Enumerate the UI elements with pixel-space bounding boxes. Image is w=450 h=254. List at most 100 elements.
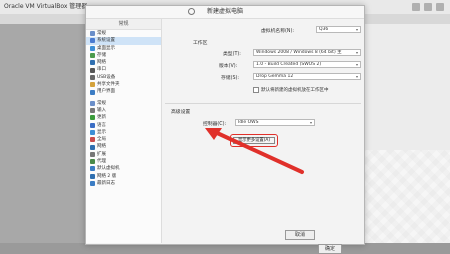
maximize-icon[interactable] <box>424 3 432 11</box>
sidebar-item-label: 语言 <box>97 122 106 128</box>
advanced-section-title: 高级设置 <box>171 110 191 115</box>
sidebar-item-label: 常规 <box>97 31 106 36</box>
network-icon <box>90 60 95 66</box>
general2-icon <box>90 100 95 106</box>
sidebar-item-label: 输入 <box>97 107 106 113</box>
display2-icon <box>90 130 95 135</box>
sidebar-item[interactable]: 全局 <box>86 136 161 143</box>
os-type-value: Windows 2008 / Windows 8 (64 bit) 主 <box>256 50 342 55</box>
storage-icon <box>90 53 95 59</box>
sidebar-item-label: 默认虚拟机 <box>97 166 120 172</box>
checkbox-label: 默认将新建的虚拟机放在工作区中 <box>261 88 329 93</box>
general-icon <box>90 31 95 37</box>
sidebar-item[interactable]: USB设备 <box>86 74 161 81</box>
sidebar-list: 常规 系统设置 桌面显示 存储 网络 串口 USB设备 共享文件夹 用户界面 常规 输入 更新 语言 显示… <box>86 30 161 187</box>
close-icon[interactable] <box>436 3 444 11</box>
global-icon <box>90 137 95 143</box>
sidebar-item[interactable]: 用户界面 <box>86 88 161 95</box>
sidebar-item-label: 用户界面 <box>97 89 115 95</box>
gear-icon <box>188 8 195 15</box>
sidebar-item-label: 显示 <box>97 129 106 135</box>
ok-button[interactable]: 确定 <box>318 244 342 254</box>
config-value: Q36 <box>319 27 329 32</box>
controller-value: Idle OWS <box>238 120 259 125</box>
chevron-down-icon: ▾ <box>355 74 358 79</box>
sidebar-item-label: 网络 <box>97 144 106 150</box>
sidebar-item-label: 代理 <box>97 159 106 165</box>
sidebar-item-label: USB设备 <box>97 74 116 80</box>
settings-content: 虚拟机名称(N): Q36 ▾ 工作区 类型(T): Windows 2008 … <box>163 19 363 254</box>
cancel-button[interactable]: 取消 <box>285 230 315 240</box>
chevron-down-icon: ▾ <box>355 62 358 67</box>
sidebar-item-label: 常规 <box>97 100 106 106</box>
window-controls <box>412 3 444 11</box>
sidebar-item[interactable]: 网络 <box>86 143 161 150</box>
chevron-down-icon: ▾ <box>309 120 312 125</box>
sidebar-item[interactable]: 网络 2 版 <box>86 173 161 180</box>
log-icon <box>90 181 95 187</box>
advanced-settings-button[interactable]: 显示更多设置(A) <box>233 137 275 144</box>
main-title: Oracle VM VirtualBox 管理器 <box>4 3 88 10</box>
network2-icon <box>90 144 95 150</box>
section-title: 工作区 <box>193 41 208 46</box>
divider <box>165 103 361 104</box>
sidebar-item[interactable]: 默认虚拟机 <box>86 165 161 172</box>
sidebar-item[interactable]: 网络 <box>86 59 161 66</box>
sidebar-item[interactable]: 串口 <box>86 66 161 73</box>
default-vm-icon <box>90 166 95 172</box>
language-icon <box>90 122 95 128</box>
update-icon <box>90 115 95 121</box>
sidebar-item-label: 网络 2 版 <box>97 173 117 179</box>
ui-icon <box>90 89 95 95</box>
sidebar-item[interactable]: 更新 <box>86 114 161 121</box>
serial-icon <box>90 67 95 73</box>
minimize-icon[interactable] <box>412 3 420 11</box>
network3-icon <box>90 173 95 179</box>
config-select[interactable]: Q36 ▾ <box>316 26 361 33</box>
storage-select[interactable]: Drop Gemma 12 ▾ <box>253 73 361 80</box>
input-icon <box>90 108 95 114</box>
sidebar-item[interactable]: 扩展 <box>86 151 161 158</box>
sidebar-item[interactable]: 常规 <box>86 100 161 107</box>
workspace-checkbox-row[interactable]: 默认将新建的虚拟机放在工作区中 <box>253 87 329 93</box>
sidebar-item[interactable]: 常规 <box>86 30 161 37</box>
config-label: 虚拟机名称(N): <box>261 29 294 34</box>
controller-label: 控制器(C): <box>203 122 227 127</box>
sidebar-item[interactable]: 共享文件夹 <box>86 81 161 88</box>
sidebar-item[interactable]: 代理 <box>86 158 161 165</box>
extension-icon <box>90 151 95 157</box>
sidebar-item-label: 最新日志 <box>97 180 115 186</box>
folder-icon <box>90 82 95 88</box>
sidebar-item[interactable]: 桌面显示 <box>86 45 161 52</box>
sidebar-item-label: 全局 <box>97 137 106 143</box>
storage-label: 存储(S): <box>221 76 239 81</box>
sidebar-item-label: 共享文件夹 <box>97 82 120 88</box>
chevron-down-icon: ▾ <box>355 50 358 55</box>
sidebar-item[interactable]: 系统设置 <box>86 37 161 45</box>
checkbox[interactable] <box>253 87 259 93</box>
controller-select[interactable]: Idle OWS ▾ <box>235 119 315 126</box>
storage-value: Drop Gemma 12 <box>256 74 294 79</box>
dialog-title: 新建虚拟电脑 <box>206 8 243 15</box>
dialog-titlebar: 新建虚拟电脑 <box>86 6 364 19</box>
sidebar-item-label: 更新 <box>97 115 106 121</box>
chevron-down-icon: ▾ <box>355 27 358 32</box>
sidebar-item-label: 桌面显示 <box>97 45 115 51</box>
sidebar-header: 常规 <box>86 19 161 30</box>
os-type-select[interactable]: Windows 2008 / Windows 8 (64 bit) 主 ▾ <box>253 49 361 56</box>
system-icon <box>90 38 95 44</box>
version-label: 版本(V): <box>219 64 238 69</box>
proxy-icon <box>90 159 95 165</box>
version-value: 1.0 - Build Created (SWOS 2) <box>256 62 322 67</box>
sidebar-item[interactable]: 显示 <box>86 129 161 136</box>
sidebar-item[interactable]: 存储 <box>86 52 161 59</box>
os-type-label: 类型(T): <box>223 52 241 57</box>
display-icon <box>90 45 95 51</box>
version-select[interactable]: 1.0 - Build Created (SWOS 2) ▾ <box>253 61 361 68</box>
sidebar-item[interactable]: 语言 <box>86 122 161 129</box>
settings-sidebar: 常规 常规 系统设置 桌面显示 存储 网络 串口 USB设备 共享文件夹 用户界面 常规 输入 更新语… <box>86 19 162 243</box>
sidebar-item-label: 系统设置 <box>97 38 115 44</box>
sidebar-item[interactable]: 输入 <box>86 107 161 114</box>
sidebar-item-label: 存储 <box>97 52 106 58</box>
sidebar-item[interactable]: 最新日志 <box>86 180 161 187</box>
